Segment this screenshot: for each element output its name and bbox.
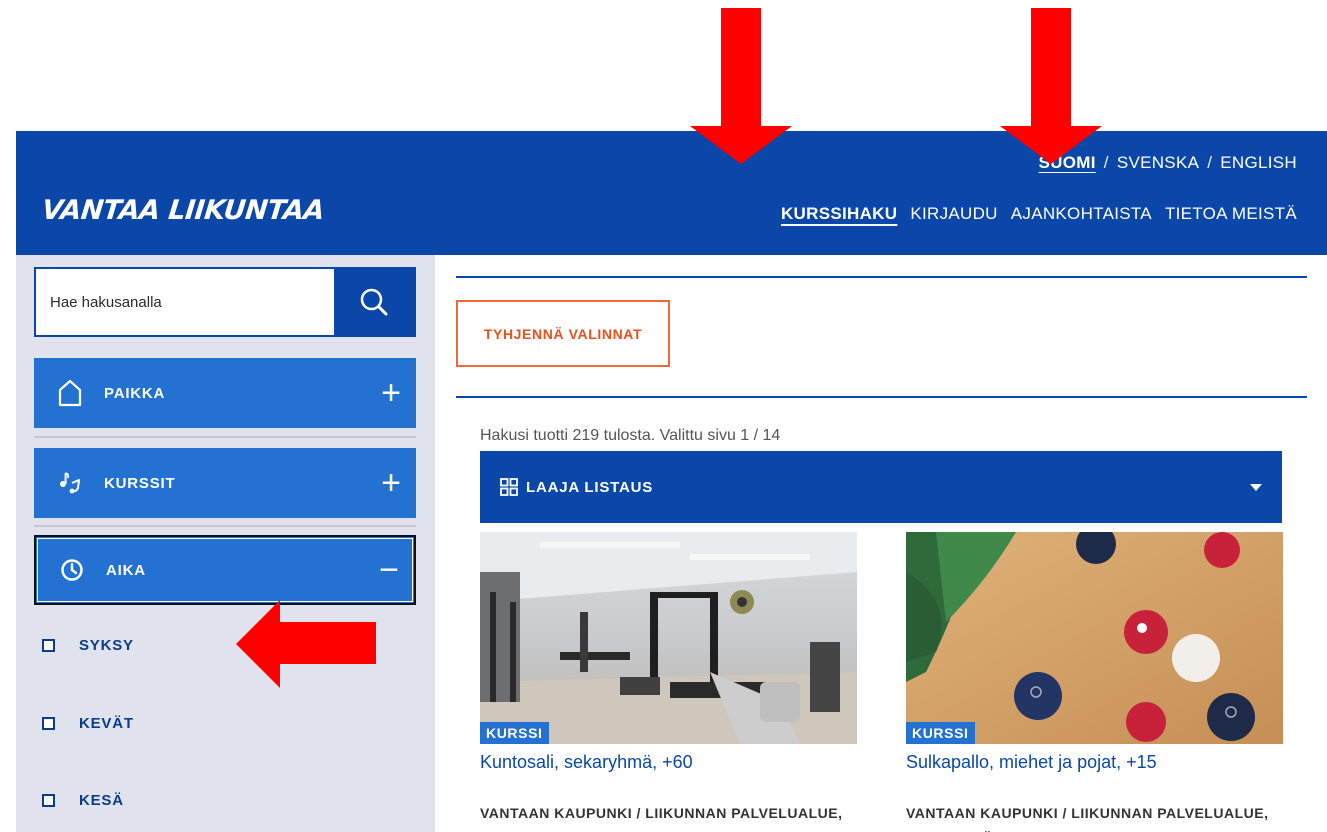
- collapse-icon: −: [379, 551, 399, 589]
- checkbox[interactable]: [42, 639, 55, 652]
- site-logo[interactable]: VANTAA LIIKUNTAA: [40, 195, 325, 226]
- option-label: KEVÄT: [79, 715, 134, 732]
- option-kevat[interactable]: KEVÄT: [42, 715, 134, 732]
- red-arrow-left-icon: [236, 600, 376, 688]
- red-arrow-down-icon: [1000, 8, 1102, 164]
- nav-ajankohtaista[interactable]: AJANKOHTAISTA: [1011, 204, 1152, 224]
- course-image-balls: KURSSI: [906, 532, 1283, 744]
- clear-selections-button[interactable]: TYHJENNÄ VALINNAT: [456, 300, 670, 367]
- search-box: [34, 267, 416, 337]
- results-summary: Hakusi tuotti 219 tulosta. Valittu sivu …: [480, 427, 781, 444]
- category-aika[interactable]: AIKA −: [34, 535, 416, 605]
- lang-svenska[interactable]: SVENSKA: [1117, 153, 1199, 173]
- divider: [34, 525, 416, 527]
- listing-label: LAAJA LISTAUS: [526, 478, 654, 496]
- listing-mode-dropdown[interactable]: LAAJA LISTAUS: [480, 451, 1282, 523]
- grid-icon: [500, 478, 518, 496]
- clock-icon: [42, 558, 102, 582]
- search-button[interactable]: [334, 269, 414, 335]
- course-type-badge: KURSSI: [906, 722, 975, 744]
- category-paikka[interactable]: PAIKKA +: [34, 358, 416, 428]
- lang-separator: /: [1207, 153, 1213, 172]
- nav-kurssihaku[interactable]: KURSSIHAKU: [781, 204, 897, 224]
- category-label: KURSSIT: [104, 474, 176, 492]
- music-note-icon: [40, 471, 100, 495]
- option-kesa[interactable]: KESÄ: [42, 792, 124, 809]
- course-title[interactable]: Sulkapallo, miehet ja pojat, +15: [906, 752, 1283, 773]
- course-organizer: VANTAAN KAUPUNKI / LIIKUNNAN PALVELUALUE…: [480, 805, 843, 832]
- course-image-gym: KURSSI: [480, 532, 857, 744]
- course-card[interactable]: KURSSI Kuntosali, sekaryhmä, +60 VANTAAN…: [480, 532, 857, 832]
- search-input[interactable]: [36, 269, 334, 335]
- checkbox[interactable]: [42, 717, 55, 730]
- expand-icon: +: [381, 464, 401, 502]
- option-label: KESÄ: [79, 792, 124, 809]
- category-label: PAIKKA: [104, 384, 166, 402]
- category-kurssit[interactable]: KURSSIT +: [34, 448, 416, 518]
- divider: [456, 276, 1307, 278]
- course-organizer: VANTAAN KAUPUNKI / LIIKUNNAN PALVELUALUE…: [906, 805, 1269, 832]
- divider: [456, 396, 1307, 398]
- course-title[interactable]: Kuntosali, sekaryhmä, +60: [480, 752, 857, 773]
- option-label: SYKSY: [79, 637, 134, 654]
- lang-separator: /: [1103, 153, 1109, 172]
- course-card[interactable]: KURSSI Sulkapallo, miehet ja pojat, +15 …: [906, 532, 1283, 832]
- course-type-badge: KURSSI: [480, 722, 549, 744]
- main-nav: KURSSIHAKU KIRJAUDU AJANKOHTAISTA TIETOA…: [781, 204, 1297, 224]
- checkbox[interactable]: [42, 794, 55, 807]
- house-icon: [40, 379, 100, 407]
- option-syksy[interactable]: SYKSY: [42, 637, 134, 654]
- search-icon: [360, 288, 388, 316]
- lang-english[interactable]: ENGLISH: [1220, 153, 1297, 173]
- filter-sidebar: PAIKKA + KURSSIT + AIKA − SYKSY: [16, 255, 435, 832]
- site-header: VANTAA LIIKUNTAA SUOMI / SVENSKA / ENGLI…: [16, 131, 1327, 255]
- red-arrow-down-icon: [690, 8, 792, 164]
- nav-kirjaudu[interactable]: KIRJAUDU: [910, 204, 997, 224]
- divider: [34, 436, 416, 438]
- category-label: AIKA: [106, 561, 146, 579]
- expand-icon: +: [381, 374, 401, 412]
- chevron-down-icon: [1250, 483, 1262, 491]
- nav-tietoa-meista[interactable]: TIETOA MEISTÄ: [1165, 204, 1297, 224]
